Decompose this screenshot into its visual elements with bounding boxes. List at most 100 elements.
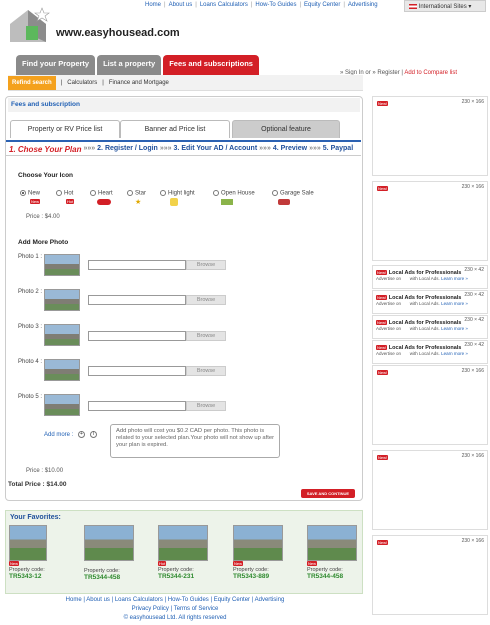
favorite-photo[interactable]: [9, 525, 47, 561]
photo-3-file-input[interactable]: [88, 331, 186, 341]
step-2: 2. Register / Login: [97, 145, 158, 152]
favorite-photo[interactable]: [158, 525, 208, 561]
tab-banner-price-list[interactable]: Banner ad Price list: [120, 120, 230, 138]
footer-about[interactable]: About us: [86, 597, 110, 603]
footer-privacy[interactable]: Privacy Policy: [132, 606, 169, 612]
logo-text[interactable]: www.easyhousead.com: [56, 27, 180, 39]
icon-option-hot[interactable]: Hot: [56, 190, 73, 197]
star-icon: ★: [135, 199, 142, 206]
top-nav-sep: |: [195, 2, 197, 8]
panel-title: Fees and subscription: [8, 98, 360, 112]
icon-option-new[interactable]: New: [20, 190, 40, 197]
photo-5-file-input[interactable]: [88, 401, 186, 411]
new-badge-icon: New: [307, 561, 318, 566]
sep: |: [60, 79, 63, 86]
radio-star[interactable]: [127, 190, 133, 196]
favorite-photo[interactable]: [84, 525, 134, 561]
new-badge-icon: New!: [377, 101, 389, 106]
footer-equity[interactable]: Equity Center: [214, 597, 250, 603]
banner-ad-5[interactable]: New! 230 × 166: [372, 535, 488, 615]
pro-ad-4[interactable]: 230 × 42 New! Local Ads for Professional…: [372, 340, 488, 364]
icon-option-heart[interactable]: Heart: [90, 190, 113, 197]
finance-link[interactable]: Finance and Mortgage: [109, 80, 169, 86]
top-nav-home[interactable]: Home: [145, 2, 161, 8]
pro-ad-3[interactable]: 230 × 42 New! Local Ads for Professional…: [372, 315, 488, 339]
icon-new-label: New: [28, 190, 41, 197]
banner-ad-4[interactable]: New! 230 × 166: [372, 450, 488, 530]
photo-1-browse-button[interactable]: Browse: [186, 260, 226, 270]
save-continue-button[interactable]: SAVE AND CONTINUE: [301, 489, 355, 498]
photo-2-file-input[interactable]: [88, 295, 186, 305]
icon-option-open-house[interactable]: Open House: [213, 190, 255, 197]
banner-ad-2[interactable]: New! 230 × 166: [372, 181, 488, 261]
new-badge-icon: New!: [376, 320, 388, 325]
radio-heart[interactable]: [90, 190, 96, 196]
info-icon[interactable]: i: [90, 431, 97, 438]
favorite-code[interactable]: TR5344-231: [158, 573, 210, 580]
advertise-on: Advertise on: [376, 326, 402, 331]
icon-option-garage-sale[interactable]: Garage Sale: [272, 190, 314, 197]
plus-icon[interactable]: +: [78, 431, 85, 438]
footer-advertising[interactable]: Advertising: [255, 597, 285, 603]
banner-ad-1[interactable]: New! 230 × 166: [372, 96, 488, 176]
icon-price-value: $4.00: [44, 214, 60, 220]
radio-hot[interactable]: [56, 190, 62, 196]
tab-list-property[interactable]: List a property: [97, 55, 162, 75]
photo-4-browse-button[interactable]: Browse: [186, 366, 226, 376]
tab-find-property[interactable]: Find your Property: [16, 55, 96, 75]
radio-highlight[interactable]: [160, 190, 166, 196]
radio-garage-sale[interactable]: [272, 190, 278, 196]
compare-link[interactable]: Add to Compare list: [404, 70, 457, 76]
favorite-code[interactable]: TR5344-458: [307, 573, 359, 580]
step-arrow-icon: »»»: [259, 145, 271, 152]
tab-optional-feature[interactable]: Optional feature: [232, 120, 340, 138]
step-arrow-icon: »»»: [83, 145, 96, 152]
top-nav-guides[interactable]: How-To Guides: [255, 2, 296, 8]
favorite-item[interactable]: New Property code: TR5343-889: [233, 525, 285, 580]
favorite-photo[interactable]: [233, 525, 283, 561]
top-nav-equity[interactable]: Equity Center: [304, 2, 340, 8]
international-sites-dropdown[interactable]: International Sites ▾: [404, 0, 486, 12]
favorite-item[interactable]: Hot Property code: TR5344-231: [158, 525, 210, 580]
tab-fees-subscriptions[interactable]: Fees and subscriptions: [163, 55, 259, 75]
photo-4-thumbnail: [44, 359, 80, 381]
icon-option-star[interactable]: Star: [127, 190, 146, 197]
favorite-photo[interactable]: [307, 525, 357, 561]
top-nav-advertising[interactable]: Advertising: [348, 2, 378, 8]
favorite-code[interactable]: TR5344-458: [84, 574, 136, 581]
favorite-item[interactable]: Property code: TR5344-458: [84, 525, 136, 581]
learn-more-link[interactable]: Learn more »: [441, 301, 468, 306]
photo-5-browse-button[interactable]: Browse: [186, 401, 226, 411]
pro-ad-2[interactable]: 230 × 42 New! Local Ads for Professional…: [372, 290, 488, 314]
photo-3-browse-button[interactable]: Browse: [186, 331, 226, 341]
banner-ad-3[interactable]: New! 230 × 166: [372, 365, 488, 445]
radio-open-house[interactable]: [213, 190, 219, 196]
top-nav-loans[interactable]: Loans Calculators: [200, 2, 248, 8]
photo-4-file-input[interactable]: [88, 366, 186, 376]
heart-car-icon: [97, 199, 111, 205]
favorite-code[interactable]: TR5343-889: [233, 573, 285, 580]
favorite-code[interactable]: TR5343-12: [9, 573, 61, 580]
tab-property-price-list[interactable]: Property or RV Price list: [10, 120, 120, 138]
pro-ad-1[interactable]: 230 × 42 New! Local Ads for Professional…: [372, 265, 488, 289]
footer-terms[interactable]: Terms of Service: [174, 606, 219, 612]
learn-more-link[interactable]: Learn more »: [441, 326, 468, 331]
refind-search-link[interactable]: Refind search: [8, 75, 56, 90]
new-badge-icon: New: [233, 561, 244, 566]
learn-more-link[interactable]: Learn more »: [441, 276, 468, 281]
calculators-link[interactable]: Calculators: [67, 80, 97, 86]
radio-new[interactable]: [20, 190, 26, 196]
footer-guides[interactable]: How-To Guides: [168, 597, 209, 603]
top-nav-about[interactable]: About us: [169, 2, 193, 8]
footer-home[interactable]: Home: [66, 597, 82, 603]
logo-icon[interactable]: [6, 6, 54, 46]
pro-ad-text: Advertise on with Local Ads. Learn more …: [376, 326, 484, 331]
photo-1-file-input[interactable]: [88, 260, 186, 270]
favorite-item[interactable]: New Property code: TR5344-458: [307, 525, 359, 580]
photo-2-browse-button[interactable]: Browse: [186, 295, 226, 305]
learn-more-link[interactable]: Learn more »: [441, 351, 468, 356]
favorite-item[interactable]: New Property code: TR5343-12: [9, 525, 61, 580]
register-link[interactable]: Register: [377, 70, 399, 76]
footer-loans[interactable]: Loans Calculators: [115, 597, 163, 603]
icon-option-highlight[interactable]: Hight light: [160, 190, 195, 197]
